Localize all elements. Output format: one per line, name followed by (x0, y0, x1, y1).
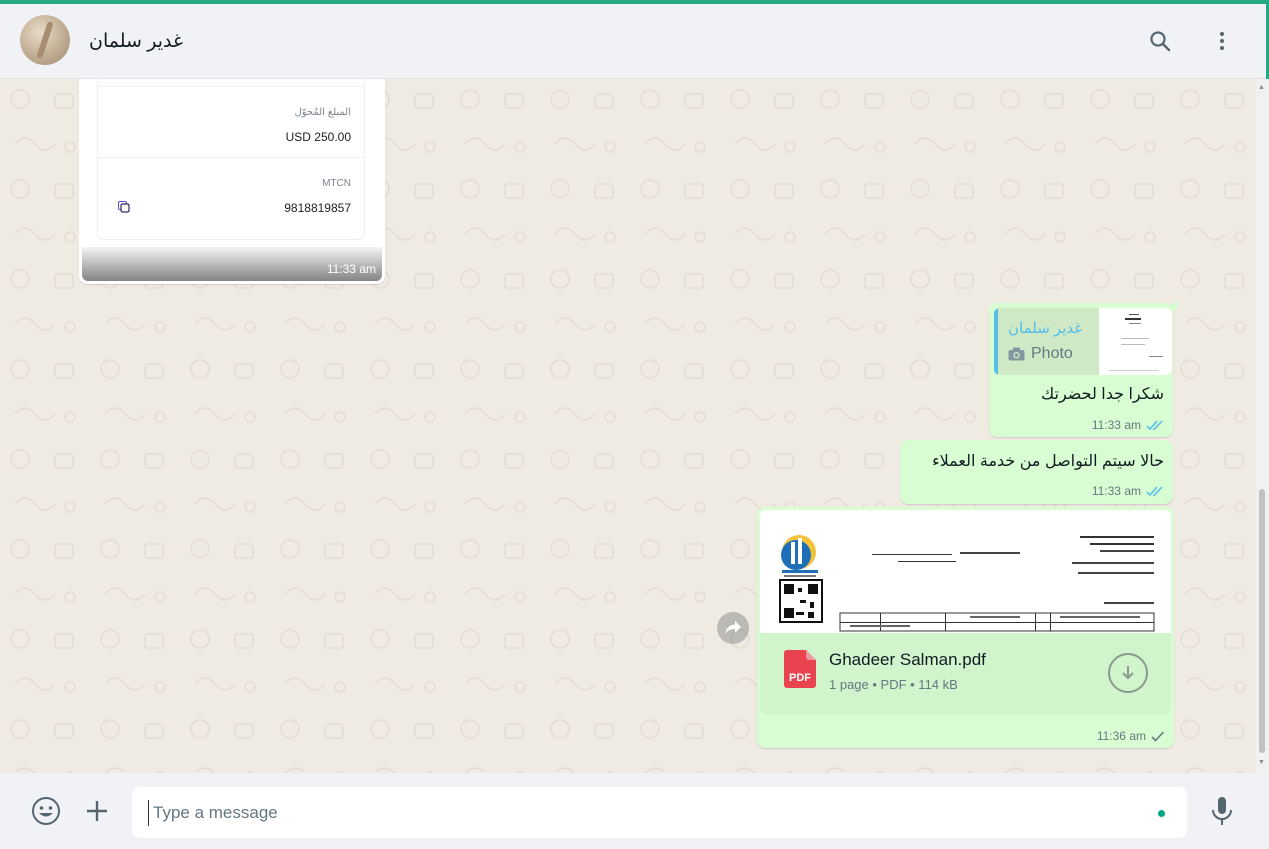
attach-plus-icon[interactable] (81, 795, 113, 827)
quoted-sender: غدير سلمان (1008, 320, 1083, 337)
message-input[interactable] (148, 800, 1128, 826)
download-icon (1122, 666, 1134, 680)
message-meta: 11:36 am (1097, 729, 1165, 743)
document-meta: 1 page • PDF • 114 kB (829, 677, 958, 692)
camera-icon (1008, 347, 1025, 361)
quoted-thumbnail (1099, 308, 1172, 375)
mtcn-value: 9818819857 (284, 201, 351, 215)
copy-icon (118, 201, 130, 213)
message-input-box[interactable] (132, 787, 1187, 838)
document-filename: Ghadeer Salman.pdf (829, 650, 986, 669)
document-preview[interactable] (760, 510, 1171, 633)
single-check-icon (1151, 730, 1165, 742)
forward-button[interactable] (717, 612, 749, 644)
double-check-read-icon (1146, 419, 1163, 430)
outgoing-reply-message[interactable]: غدير سلمان Photo شكرا جدا لحضرتك 11:33 a… (989, 303, 1181, 437)
amount-label: المبلغ المُحوّل (294, 107, 351, 118)
double-check-read-icon (1146, 485, 1163, 496)
pdf-icon-label: PDF (789, 672, 811, 684)
scroll-up-arrow[interactable]: ▲ (1258, 84, 1265, 91)
scrollbar-thumb[interactable] (1259, 489, 1265, 753)
transfer-receipt-card: المبلغ المُحوّل 250.00 USD MTCN 98188198… (97, 79, 365, 240)
outgoing-text-message[interactable]: حالا سيتم التواصل من خدمة العملاء 11:33 … (900, 440, 1173, 504)
status-dot (1158, 810, 1165, 817)
message-meta: 11:33 am (1092, 484, 1164, 498)
document-info[interactable]: PDF Ghadeer Salman.pdf 1 page • PDF • 11… (760, 633, 1171, 714)
search-icon[interactable] (1145, 26, 1175, 56)
pdf-icon: PDF (784, 650, 816, 688)
microphone-icon[interactable] (1206, 795, 1238, 827)
message-meta: 11:33 am (1092, 418, 1164, 432)
message-text: شكرا جدا لحضرتك (1041, 386, 1164, 403)
invoice-preview-image (779, 535, 1155, 632)
message-time: 11:33 am (1091, 484, 1141, 498)
menu-icon[interactable] (1207, 26, 1237, 56)
message-time: 11:33 am (326, 262, 376, 276)
incoming-image-message[interactable]: المبلغ المُحوّل 250.00 USD MTCN 98188198… (79, 79, 385, 284)
mtcn-label: MTCN (322, 178, 351, 189)
chat-scrollbar[interactable]: ▲ ▼ (1256, 79, 1269, 773)
quoted-message[interactable]: غدير سلمان Photo (994, 308, 1172, 375)
quote-bar (994, 308, 998, 375)
contact-name[interactable]: غدير سلمان (89, 30, 183, 53)
emoji-icon[interactable] (30, 795, 62, 827)
quoted-type-label: Photo (1031, 345, 1073, 362)
quoted-type: Photo (1008, 345, 1073, 363)
chat-area[interactable]: المبلغ المُحوّل 250.00 USD MTCN 98188198… (0, 79, 1256, 773)
outgoing-document-message[interactable]: PDF Ghadeer Salman.pdf 1 page • PDF • 11… (757, 507, 1174, 748)
scroll-down-arrow[interactable]: ▼ (1258, 759, 1265, 766)
chat-header: غدير سلمان (0, 4, 1266, 79)
compose-bar (0, 773, 1269, 849)
forward-icon (725, 621, 741, 634)
bubble-tail (1171, 303, 1181, 315)
avatar[interactable] (20, 15, 70, 65)
message-time: 11:33 am (1091, 418, 1141, 432)
amount-value: 250.00 USD (285, 130, 351, 144)
message-time: 11:36 am (1096, 729, 1146, 743)
download-button[interactable] (1108, 653, 1148, 693)
message-text: حالا سيتم التواصل من خدمة العملاء (932, 453, 1164, 470)
